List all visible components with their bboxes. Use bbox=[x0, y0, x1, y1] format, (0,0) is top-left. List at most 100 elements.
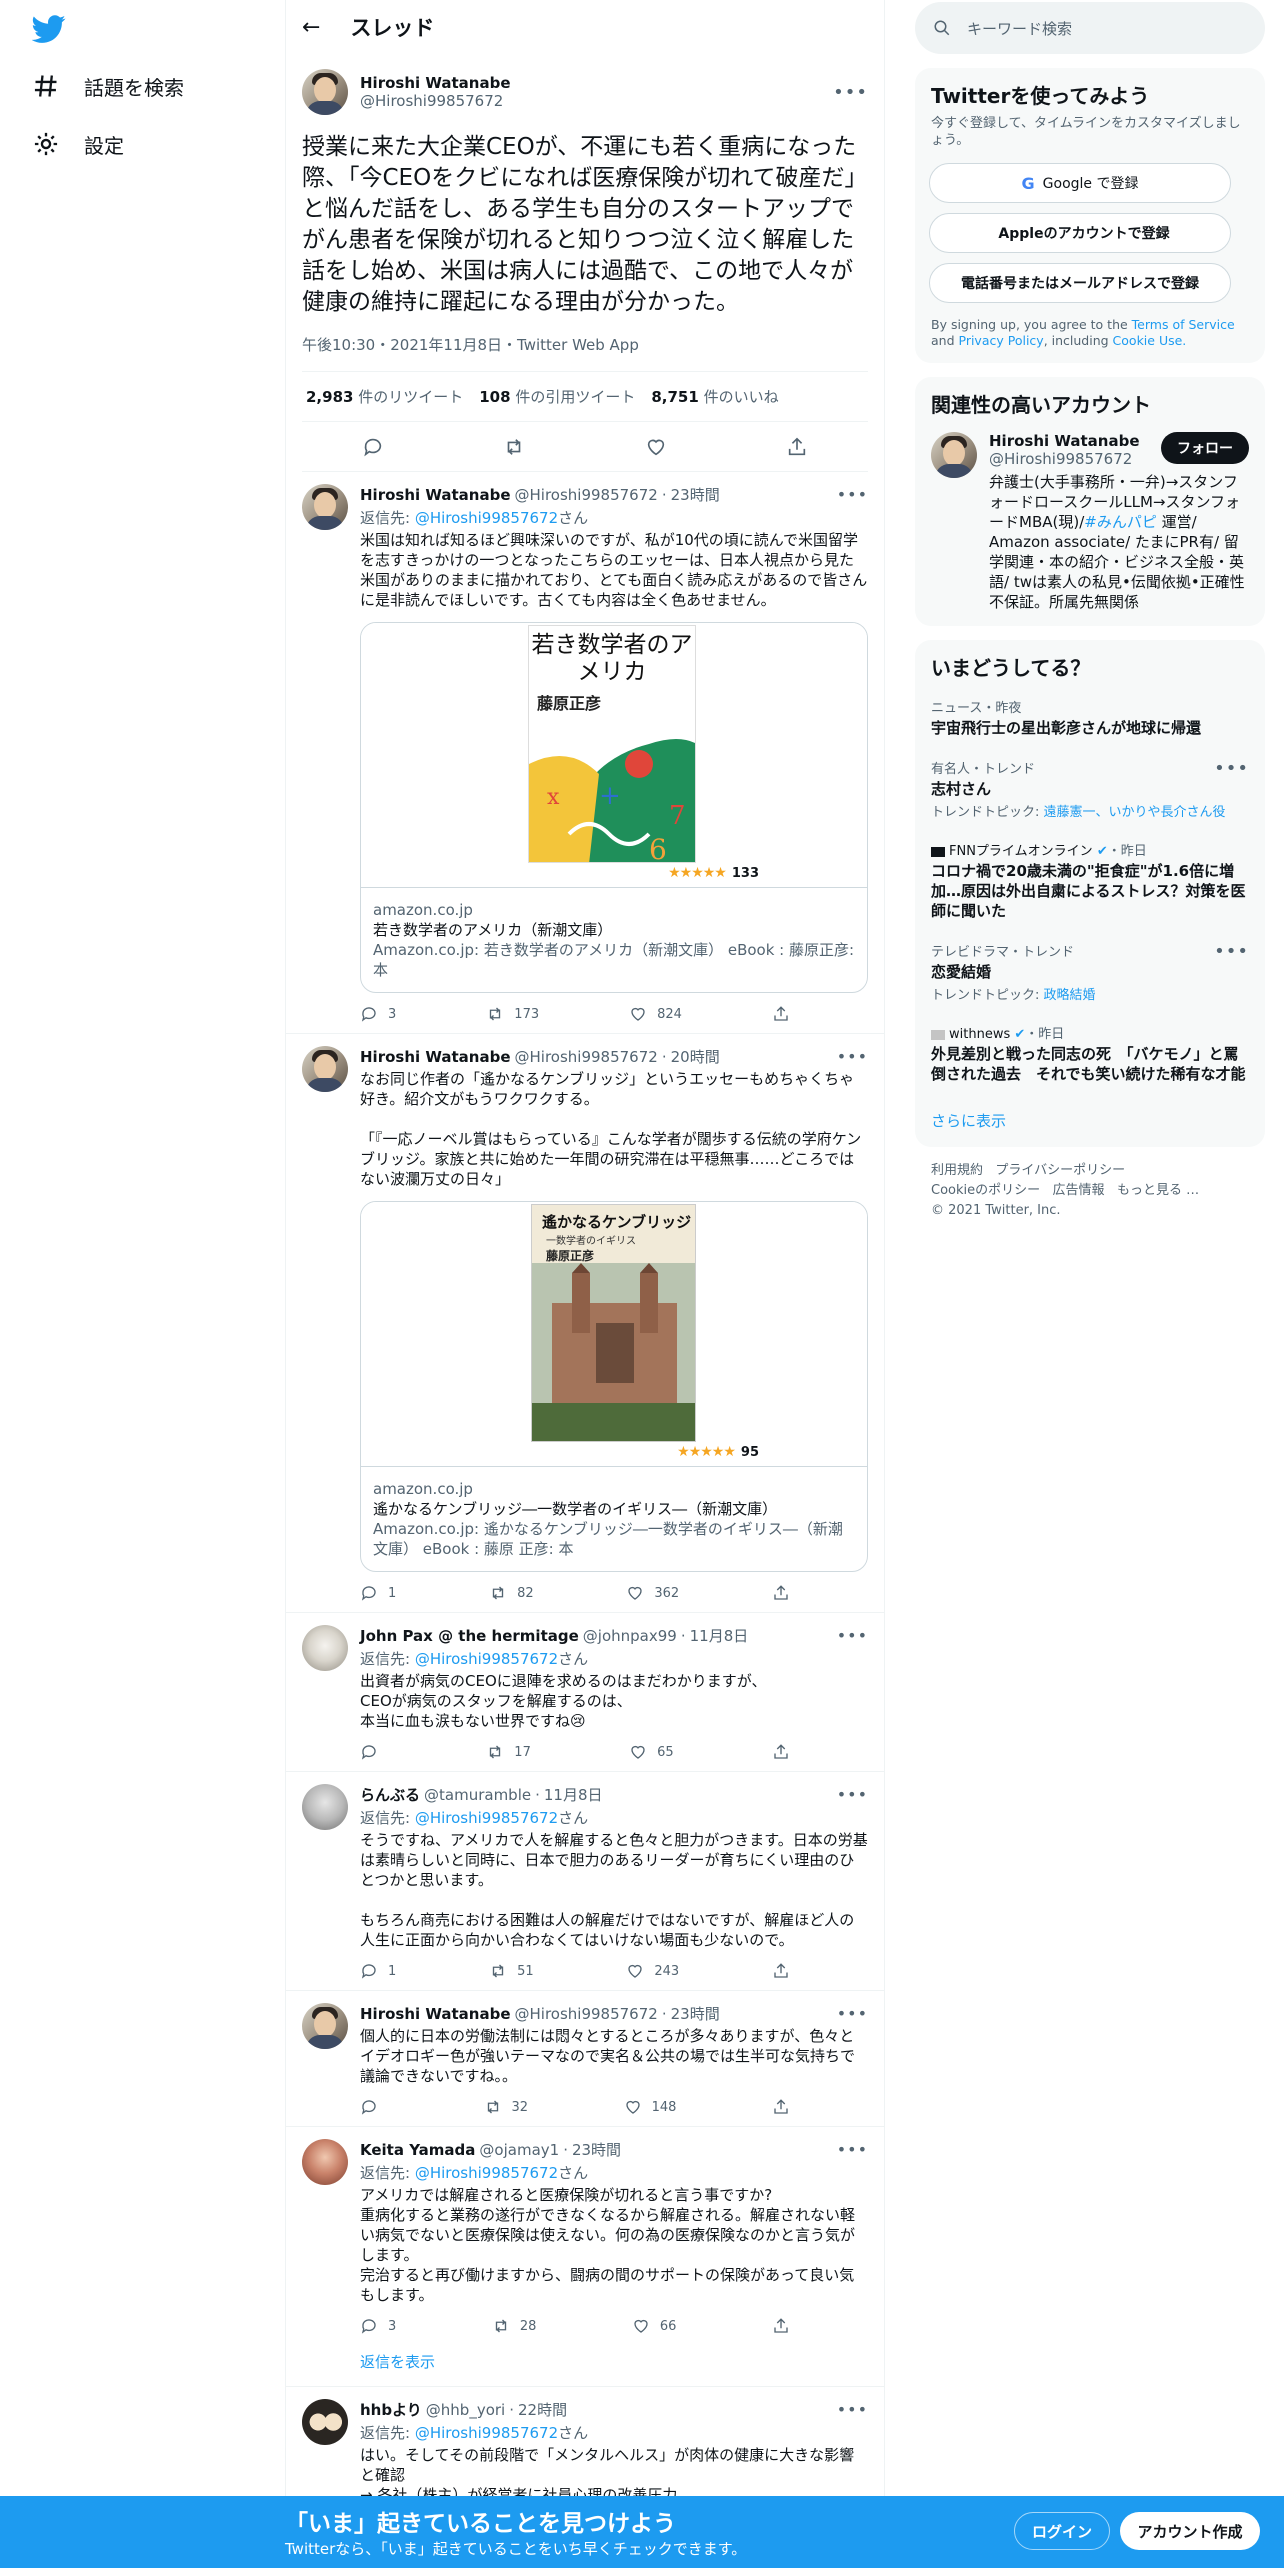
reply-tweet[interactable]: Keita Yamada @ojamay1 · 23時間 ••• 返信先: @H… bbox=[286, 2127, 884, 2345]
reply-button[interactable]: 3 bbox=[360, 1005, 396, 1023]
link-card[interactable]: 若き数学者のアメリカ 藤原正彦 + x 7 6 ★★★★★ 133 amazon… bbox=[360, 622, 868, 993]
author-handle[interactable]: @hhb_yori bbox=[426, 2401, 505, 2419]
phone-email-signup-button[interactable]: 電話番号またはメールアドレスで登録 bbox=[929, 263, 1231, 303]
like-icon[interactable] bbox=[645, 436, 667, 458]
more-options-icon[interactable]: ••• bbox=[833, 82, 868, 103]
share-button[interactable] bbox=[772, 1962, 790, 1980]
avatar[interactable] bbox=[302, 2003, 348, 2049]
hashtag-link[interactable]: #みんパピ bbox=[1084, 513, 1157, 531]
reply-tweet[interactable]: Hiroshi Watanabe @Hiroshi99857672 · 23時間… bbox=[286, 1991, 884, 2127]
nav-settings[interactable]: 設定 bbox=[32, 124, 124, 164]
author-name[interactable]: Hiroshi Watanabe bbox=[360, 486, 511, 504]
reply-tweet[interactable]: らんぶる @tamuramble · 11月8日 ••• 返信先: @Hiros… bbox=[286, 1772, 884, 1991]
like-count[interactable]: 8,751 件のいいね bbox=[651, 386, 778, 407]
more-options-icon[interactable]: ••• bbox=[837, 1047, 868, 1066]
author-handle[interactable]: @Hiroshi99857672 bbox=[515, 486, 658, 504]
tweet-time[interactable]: 11月8日 bbox=[690, 1625, 749, 1646]
reply-tweet[interactable]: John Pax @ the hermitage @johnpax99 · 11… bbox=[286, 1613, 884, 1772]
apple-signup-button[interactable]: Appleのアカウントで登録 bbox=[929, 213, 1231, 253]
like-button[interactable]: 65 bbox=[629, 1743, 674, 1761]
like-button[interactable]: 148 bbox=[624, 2098, 676, 2116]
more-options-icon[interactable]: ••• bbox=[837, 485, 868, 504]
create-account-button[interactable]: アカウント作成 bbox=[1120, 2512, 1260, 2550]
trend-item[interactable]: テレビドラマ・トレンド 恋愛結婚 トレンドトピック: 政略結婚 ••• bbox=[915, 931, 1265, 1013]
reply-button[interactable]: 1 bbox=[360, 1962, 396, 1980]
author-name[interactable]: hhbより bbox=[360, 2399, 422, 2420]
mention-link[interactable]: @Hiroshi99857672 bbox=[415, 509, 558, 527]
google-signup-button[interactable]: G Google で登録 bbox=[929, 163, 1231, 203]
more-options-icon[interactable]: ••• bbox=[837, 1626, 868, 1645]
author-handle[interactable]: @Hiroshi99857672 bbox=[515, 1048, 658, 1066]
cookie-link[interactable]: Cookie Use. bbox=[1113, 333, 1187, 348]
author-handle[interactable]: @Hiroshi99857672 bbox=[515, 2005, 658, 2023]
mention-link[interactable]: @Hiroshi99857672 bbox=[415, 2164, 558, 2182]
account-card[interactable]: Hiroshi Watanabe @Hiroshi99857672 フォロー 弁… bbox=[915, 424, 1265, 626]
author-name[interactable]: Keita Yamada bbox=[360, 2141, 475, 2159]
tweet-time[interactable]: 23時間 bbox=[572, 2139, 621, 2160]
mention-link[interactable]: @Hiroshi99857672 bbox=[415, 1809, 558, 1827]
trend-item[interactable]: 有名人・トレンド 志村さん トレンドトピック: 遠藤憲一、いかりや長介さん役 •… bbox=[915, 748, 1265, 830]
reply-button[interactable] bbox=[360, 1743, 388, 1761]
more-options-icon[interactable]: ••• bbox=[837, 2004, 868, 2023]
share-icon[interactable] bbox=[786, 436, 808, 458]
more-options-icon[interactable]: ••• bbox=[1214, 758, 1249, 779]
footer-link[interactable]: 広告情報 bbox=[1053, 1183, 1105, 1198]
author-name[interactable]: らんぶる bbox=[360, 1784, 420, 1805]
avatar[interactable] bbox=[302, 2139, 348, 2185]
author-handle[interactable]: @johnpax99 bbox=[583, 1627, 677, 1645]
tweet-timestamp[interactable]: 午後10:30・2021年11月8日・Twitter Web App bbox=[302, 334, 868, 372]
avatar[interactable] bbox=[302, 1046, 348, 1092]
more-options-icon[interactable]: ••• bbox=[837, 1785, 868, 1804]
retweet-icon[interactable] bbox=[503, 436, 525, 458]
author-name[interactable]: John Pax @ the hermitage bbox=[360, 1627, 579, 1645]
reply-button[interactable]: 1 bbox=[360, 1584, 396, 1602]
avatar[interactable] bbox=[302, 484, 348, 530]
author-handle[interactable]: @Hiroshi99857672 bbox=[360, 92, 511, 110]
mention-link[interactable]: @Hiroshi99857672 bbox=[415, 1650, 558, 1668]
footer-link[interactable]: プライバシーポリシー bbox=[995, 1163, 1125, 1178]
show-more-link[interactable]: さらに表示 bbox=[915, 1094, 1265, 1147]
like-button[interactable]: 362 bbox=[626, 1584, 679, 1602]
share-button[interactable] bbox=[772, 1005, 790, 1023]
retweet-button[interactable]: 82 bbox=[489, 1584, 534, 1602]
share-button[interactable] bbox=[772, 1584, 790, 1602]
retweet-button[interactable]: 17 bbox=[486, 1743, 531, 1761]
tweet-time[interactable]: 20時間 bbox=[671, 1046, 720, 1067]
retweet-count[interactable]: 2,983 件のリツイート bbox=[306, 386, 463, 407]
trend-topic-link[interactable]: 政略結婚 bbox=[1044, 988, 1096, 1003]
search-input[interactable]: キーワード検索 bbox=[915, 2, 1265, 54]
reply-tweet[interactable]: Hiroshi Watanabe @Hiroshi99857672 · 23時間… bbox=[286, 472, 884, 1034]
avatar[interactable] bbox=[931, 432, 977, 478]
reply-icon[interactable] bbox=[362, 436, 384, 458]
footer-link[interactable]: Cookieのポリシー bbox=[931, 1183, 1040, 1198]
link-card[interactable]: 遙かなるケンブリッジ 一数学者のイギリス 藤原正彦 ★★★★★ 95 amazo… bbox=[360, 1201, 868, 1572]
footer-link[interactable]: もっと見る … bbox=[1117, 1183, 1199, 1198]
reply-button[interactable]: 3 bbox=[360, 2317, 396, 2335]
author-handle[interactable]: @tamuramble bbox=[424, 1786, 531, 1804]
author-handle[interactable]: @ojamay1 bbox=[479, 2141, 559, 2159]
footer-link[interactable]: 利用規約 bbox=[931, 1163, 983, 1178]
more-options-icon[interactable]: ••• bbox=[837, 2140, 868, 2159]
share-button[interactable] bbox=[772, 2317, 790, 2335]
account-name[interactable]: Hiroshi Watanabe bbox=[989, 432, 1140, 450]
like-button[interactable]: 824 bbox=[629, 1005, 682, 1023]
privacy-link[interactable]: Privacy Policy bbox=[959, 333, 1044, 348]
account-handle[interactable]: @Hiroshi99857672 bbox=[989, 450, 1140, 468]
nav-explore[interactable]: 話題を検索 bbox=[32, 66, 184, 106]
retweet-button[interactable]: 32 bbox=[484, 2098, 528, 2116]
show-replies-link[interactable]: 返信を表示 bbox=[286, 2345, 884, 2387]
trend-topic-link[interactable]: 遠藤憲一、いかりや長介さん役 bbox=[1044, 805, 1226, 820]
terms-link[interactable]: Terms of Service bbox=[1132, 317, 1235, 332]
reply-tweet[interactable]: Hiroshi Watanabe @Hiroshi99857672 · 20時間… bbox=[286, 1034, 884, 1613]
trend-item[interactable]: ニュース・昨夜 宇宙飛行士の星出彰彦さんが地球に帰還 bbox=[915, 687, 1265, 748]
share-button[interactable] bbox=[772, 1743, 790, 1761]
quote-count[interactable]: 108 件の引用ツイート bbox=[479, 386, 635, 407]
avatar[interactable] bbox=[302, 2399, 348, 2445]
twitter-logo-icon[interactable] bbox=[32, 12, 66, 46]
trend-item[interactable]: FNNプライムオンライン ✔・昨日 コロナ禍で20歳未満の"拒食症"が1.6倍に… bbox=[915, 830, 1265, 931]
retweet-button[interactable]: 173 bbox=[486, 1005, 539, 1023]
share-button[interactable] bbox=[772, 2098, 790, 2116]
author-name[interactable]: Hiroshi Watanabe bbox=[360, 1048, 511, 1066]
like-button[interactable]: 243 bbox=[626, 1962, 679, 1980]
avatar[interactable] bbox=[302, 1784, 348, 1830]
